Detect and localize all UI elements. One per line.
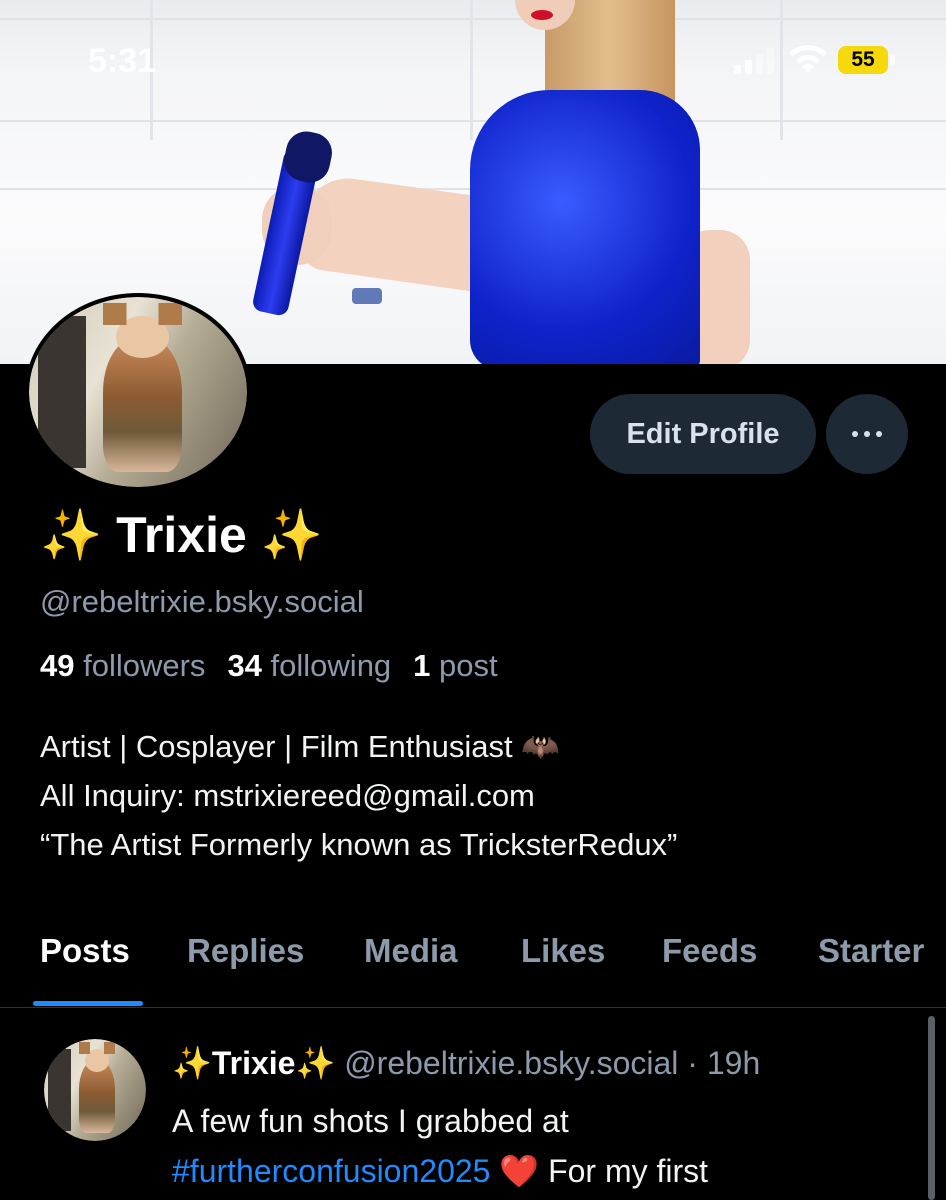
status-bar: 5:31 55 bbox=[0, 0, 946, 110]
battery-level: 55 bbox=[838, 46, 888, 74]
battery-icon: 55 bbox=[838, 46, 896, 74]
post-author-avatar[interactable] bbox=[44, 1039, 146, 1141]
post-author-name[interactable]: ✨Trixie✨ bbox=[172, 1045, 335, 1081]
post-timestamp: 19h bbox=[706, 1045, 761, 1081]
tab-feeds[interactable]: Feeds bbox=[662, 932, 757, 970]
profile-stats: 49 followers 34 following 1 post bbox=[40, 648, 498, 684]
ellipsis-icon bbox=[852, 431, 882, 437]
cellular-signal-icon bbox=[734, 46, 776, 74]
bio-line: All Inquiry: mstrixiereed@gmail.com bbox=[40, 778, 535, 813]
post-text-line: #furtherconfusion2025 ❤️ For my first bbox=[172, 1153, 709, 1189]
profile-bio: Artist | Cosplayer | Film Enthusiast 🦇 A… bbox=[40, 722, 677, 869]
followers-link[interactable]: 49 followers bbox=[40, 648, 205, 683]
tab-replies[interactable]: Replies bbox=[187, 932, 304, 970]
profile-avatar[interactable] bbox=[25, 293, 251, 491]
tab-likes[interactable]: Likes bbox=[521, 932, 605, 970]
active-tab-indicator bbox=[33, 1001, 143, 1006]
post-author-handle[interactable]: @rebeltrixie.bsky.social bbox=[344, 1045, 678, 1081]
edit-profile-button[interactable]: Edit Profile bbox=[590, 394, 816, 474]
tab-posts[interactable]: Posts bbox=[40, 932, 130, 970]
bio-line: Artist | Cosplayer | Film Enthusiast 🦇 bbox=[40, 729, 560, 764]
heart-emoji: ❤️ bbox=[490, 1153, 549, 1189]
post-text-line: A few fun shots I grabbed at bbox=[172, 1103, 569, 1139]
display-name: ✨ Trixie ✨ bbox=[40, 507, 323, 563]
post-text: A few fun shots I grabbed at #furthercon… bbox=[172, 1096, 892, 1196]
following-link[interactable]: 34 following bbox=[227, 648, 391, 683]
status-time: 5:31 bbox=[88, 42, 157, 80]
post-header: ✨Trixie✨ @rebeltrixie.bsky.social · 19h bbox=[172, 1044, 760, 1082]
posts-count: 1 post bbox=[413, 648, 498, 683]
tab-starter[interactable]: Starter bbox=[818, 932, 924, 970]
hashtag-link[interactable]: #furtherconfusion2025 bbox=[172, 1153, 490, 1189]
wifi-icon bbox=[789, 45, 827, 73]
profile-tabs: Posts Replies Media Likes Feeds Starter bbox=[0, 928, 946, 1008]
tab-media[interactable]: Media bbox=[364, 932, 458, 970]
more-options-button[interactable] bbox=[826, 394, 908, 474]
post-meta-separator: · bbox=[678, 1045, 707, 1081]
bio-line: “The Artist Formerly known as TricksterR… bbox=[40, 827, 678, 862]
profile-handle: @rebeltrixie.bsky.social bbox=[40, 584, 364, 619]
scrollbar[interactable] bbox=[928, 1016, 935, 1200]
